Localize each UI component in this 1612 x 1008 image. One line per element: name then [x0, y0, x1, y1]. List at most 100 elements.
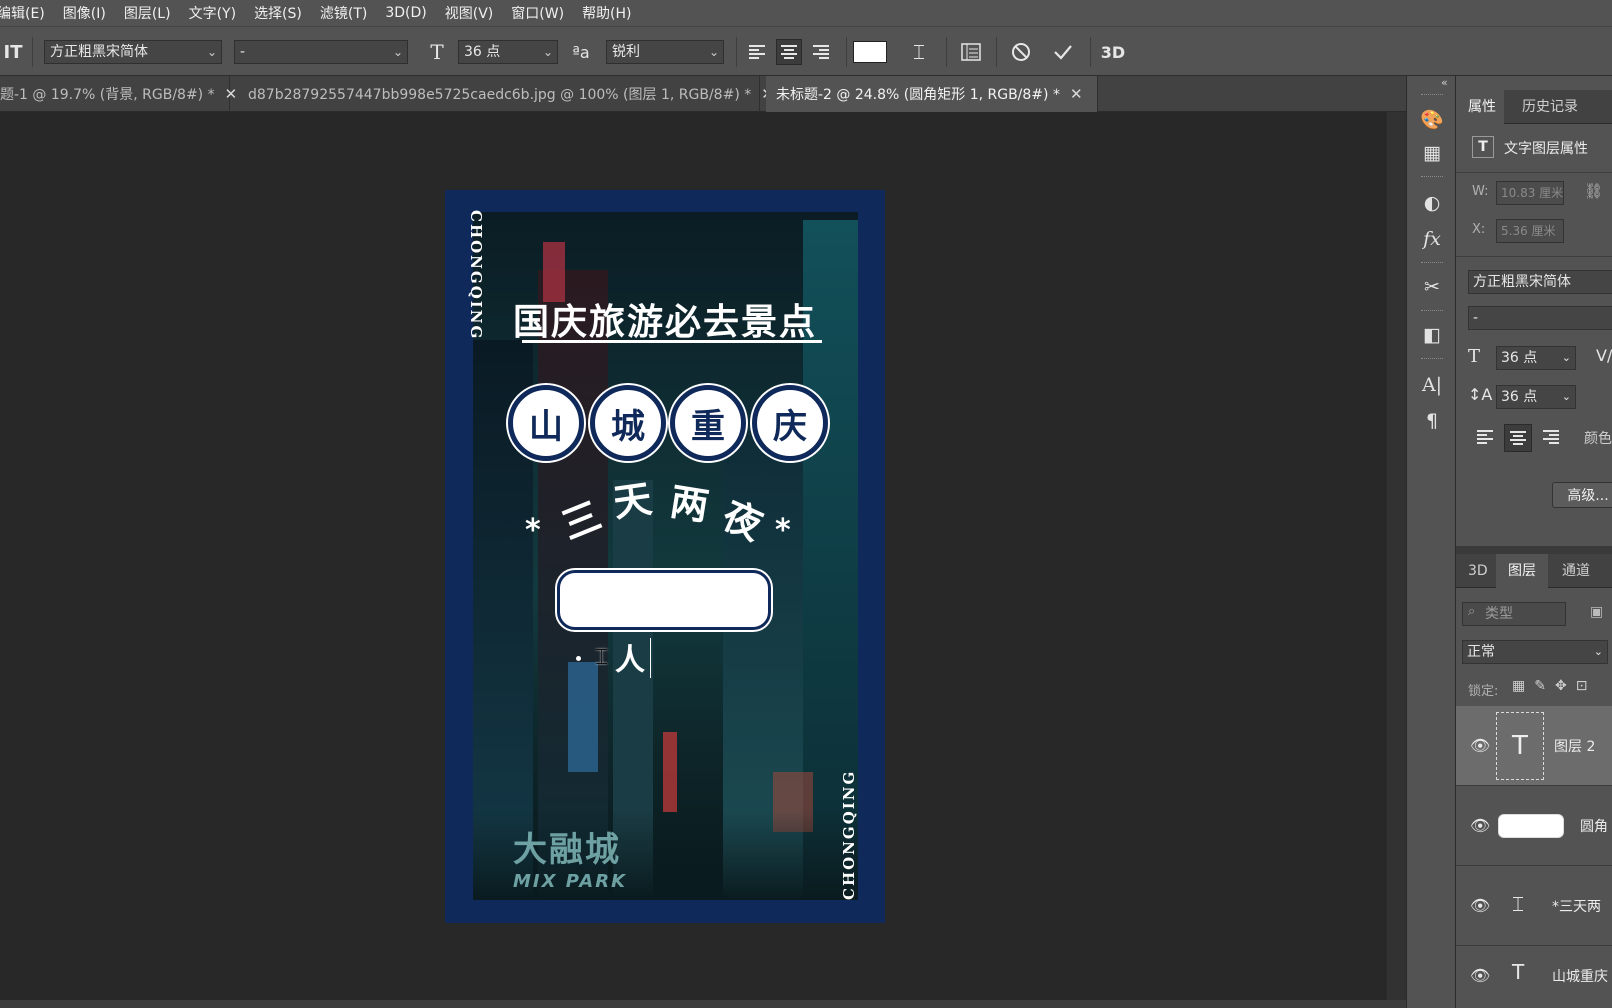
editing-text[interactable]: 人 [615, 635, 645, 679]
vertical-scrollbar[interactable] [1386, 112, 1406, 1004]
layer-filter-input[interactable]: 类型 [1462, 602, 1566, 626]
panel-grip[interactable] [1421, 310, 1443, 312]
cancel-button[interactable] [1008, 39, 1034, 65]
menu-bar: 编辑(E) 图像(I) 图层(L) 文字(Y) 选择(S) 滤镜(T) 3D(D… [0, 0, 1612, 26]
panel-align-right[interactable] [1538, 424, 1564, 450]
menu-3d[interactable]: 3D(D) [376, 5, 435, 21]
blend-mode-select[interactable]: 正常 ⌄ [1462, 640, 1608, 664]
text-anchor-dot [576, 656, 581, 661]
adjustments-icon[interactable]: ◐ [1417, 188, 1447, 218]
menu-view[interactable]: 视图(V) [436, 3, 503, 23]
tab-document-2[interactable]: d87b28792557447bb998e5725caedc6b.jpg @ 1… [238, 76, 774, 112]
antialias-select[interactable]: 锐利 ⌄ [606, 40, 724, 64]
advanced-button[interactable]: 高级... [1552, 482, 1612, 508]
align-left-icon [1477, 430, 1493, 444]
panel-grip[interactable] [1421, 358, 1443, 360]
tab-3d[interactable]: 3D [1456, 554, 1496, 588]
fx-styles-icon[interactable]: fx [1417, 224, 1447, 254]
mall-name-en: MIX PARK [513, 871, 628, 892]
panel-grip[interactable] [1421, 262, 1443, 264]
horizontal-scrollbar[interactable] [0, 1000, 1406, 1008]
tool-presets-icon[interactable]: ✂ [1417, 272, 1447, 302]
tab-history[interactable]: 历史记录 [1514, 90, 1578, 124]
font-style-select[interactable]: - ⌄ [234, 40, 408, 64]
collapse-arrows-icon[interactable]: « [1441, 76, 1448, 89]
clone-source-icon[interactable]: ◧ [1417, 320, 1447, 350]
rounded-rectangle[interactable] [557, 570, 771, 630]
lock-icons[interactable]: ▦✎✥⊡ [1512, 678, 1596, 694]
menu-type[interactable]: 文字(Y) [180, 3, 245, 23]
title-underline [522, 340, 822, 343]
x-label: X: [1472, 222, 1486, 237]
font-family-select[interactable]: 方正粗黑宋简体 ⌄ [44, 40, 222, 64]
ibeam-cursor-icon: ⌶ [595, 645, 609, 670]
swatches-grid-icon[interactable]: ▦ [1417, 138, 1447, 168]
character-panel-button[interactable] [958, 39, 984, 65]
panel-align-center[interactable] [1504, 424, 1532, 452]
align-left-button[interactable] [744, 39, 770, 65]
poster-canvas[interactable]: 大融城 MIX PARK CHONGQING CHONGQING 国庆旅游必去景… [445, 190, 885, 923]
panel-font-family[interactable]: 方正粗黑宋简体 [1468, 270, 1612, 294]
image-filter-icon[interactable]: ▣ [1590, 604, 1603, 620]
3d-button[interactable]: 3D [1098, 39, 1128, 65]
panel-grip[interactable] [1421, 176, 1443, 178]
font-size-icon: T [1468, 346, 1481, 367]
panel-align-left[interactable] [1472, 424, 1498, 450]
align-left-icon [749, 45, 765, 59]
link-icon[interactable]: ⛓ [1584, 182, 1603, 200]
tab-document-1[interactable]: 题-1 @ 19.7% (背景, RGB/8#) * ✕ [0, 76, 237, 112]
arc-text-char[interactable]: 天 [609, 468, 655, 528]
eye-icon[interactable]: 👁 [1470, 966, 1490, 985]
align-center-button[interactable] [776, 39, 802, 65]
commit-button[interactable] [1050, 39, 1076, 65]
tab-document-3[interactable]: 未标题-2 @ 24.8% (圆角矩形 1, RGB/8#) * ✕ [766, 76, 1098, 112]
canvas-workspace[interactable]: 大融城 MIX PARK CHONGQING CHONGQING 国庆旅游必去景… [0, 112, 1386, 1004]
panel-grip[interactable] [1421, 94, 1443, 96]
panel-leading-value: 36 点 [1501, 389, 1538, 405]
layer-row[interactable]: 👁 圆角 [1456, 786, 1612, 866]
tab-label: 题-1 @ 19.7% (背景, RGB/8#) * [0, 87, 215, 103]
palette-icon[interactable]: 🎨 [1417, 104, 1447, 134]
eye-icon[interactable]: 👁 [1470, 736, 1490, 755]
align-right-icon [813, 45, 829, 59]
circle-char[interactable]: 城 [590, 385, 666, 461]
menu-layer[interactable]: 图层(L) [115, 3, 180, 23]
x-field[interactable]: 5.36 厘米 [1496, 219, 1564, 243]
width-field[interactable]: 10.83 厘米 [1496, 181, 1564, 205]
menu-filter[interactable]: 滤镜(T) [311, 3, 376, 23]
panel-font-size[interactable]: 36 点 ⌄ [1496, 346, 1576, 370]
tab-layers[interactable]: 图层 [1496, 554, 1548, 588]
eye-icon[interactable]: 👁 [1470, 816, 1490, 835]
blend-mode-value: 正常 [1467, 644, 1495, 660]
poster-title[interactable]: 国庆旅游必去景点 [445, 293, 885, 345]
font-size-select[interactable]: 36 点 ⌄ [458, 40, 558, 64]
menu-edit[interactable]: 编辑(E) [0, 3, 54, 23]
menu-window[interactable]: 窗口(W) [502, 3, 573, 23]
warp-text-icon[interactable]: ⌶ [906, 39, 932, 65]
text-color-swatch[interactable] [853, 41, 887, 63]
menu-help[interactable]: 帮助(H) [573, 3, 640, 23]
tab-properties[interactable]: 属性 [1456, 90, 1504, 124]
antialias-icon: ªa [572, 42, 590, 62]
circle-char[interactable]: 重 [670, 385, 746, 461]
layer-row[interactable]: 👁 T 山城重庆 [1456, 946, 1612, 1008]
close-icon[interactable]: ✕ [225, 85, 238, 103]
panel-font-style[interactable]: - [1468, 306, 1612, 330]
eye-icon[interactable]: 👁 [1470, 896, 1490, 915]
layer-row[interactable]: 👁 T 图层 2 [1456, 706, 1612, 786]
character-icon[interactable]: A| [1417, 370, 1447, 400]
menu-image[interactable]: 图像(I) [54, 3, 115, 23]
align-right-button[interactable] [808, 39, 834, 65]
layer-row[interactable]: 👁 ⌶ *三天两 [1456, 866, 1612, 946]
tab-channels[interactable]: 通道 [1552, 554, 1590, 588]
type-tool-icon[interactable]: IT [0, 39, 26, 65]
paragraph-icon[interactable]: ¶ [1417, 406, 1447, 436]
circle-char[interactable]: 山 [508, 385, 584, 461]
neon-sign [663, 732, 677, 812]
panel-leading[interactable]: 36 点 ⌄ [1496, 385, 1576, 409]
circle-char[interactable]: 庆 [752, 385, 828, 461]
text-caret [650, 638, 651, 678]
align-center-icon [781, 45, 797, 59]
close-icon[interactable]: ✕ [1070, 85, 1083, 103]
menu-select[interactable]: 选择(S) [245, 3, 311, 23]
